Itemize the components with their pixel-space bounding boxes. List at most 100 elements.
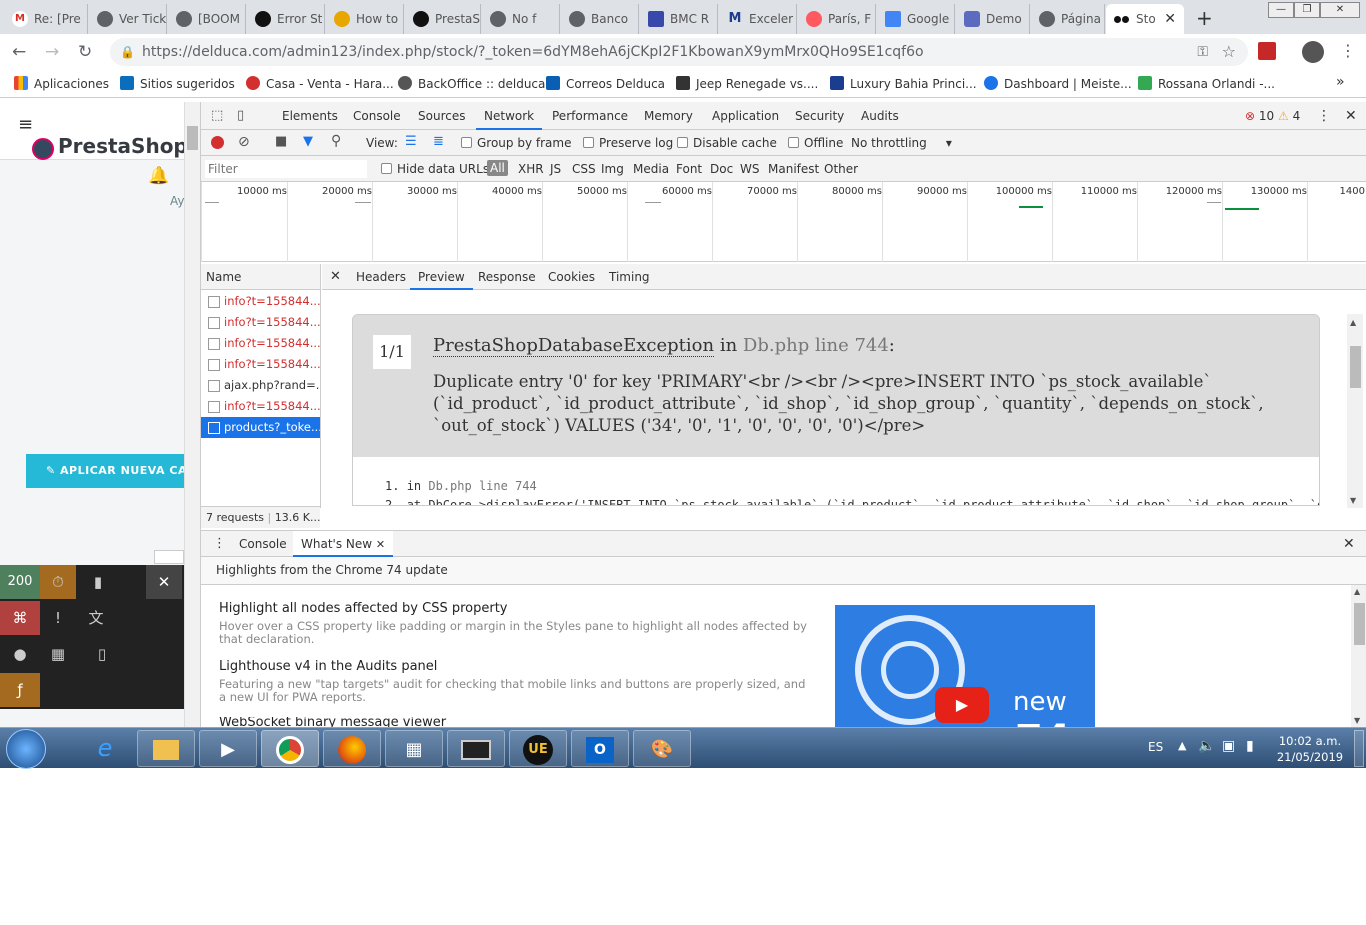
volume-icon[interactable]: 🔈 xyxy=(1198,738,1215,754)
tray-arrow-icon[interactable]: ▲ xyxy=(1178,739,1186,752)
close-detail-icon[interactable]: ✕ xyxy=(330,264,341,290)
close-window-button[interactable]: ✕ xyxy=(1320,2,1360,18)
calculator-icon[interactable]: ▦ xyxy=(385,730,443,767)
preserve-log-checkbox[interactable]: Preserve log xyxy=(583,136,673,150)
media-player-icon[interactable]: ▶ xyxy=(199,730,257,767)
hide-data-urls-checkbox[interactable]: Hide data URLs xyxy=(381,162,489,176)
page-scrollbar[interactable] xyxy=(184,102,200,727)
browser-tab[interactable]: Banco xyxy=(561,4,639,34)
paint-icon[interactable]: 🎨 xyxy=(633,730,691,767)
minimize-button[interactable]: — xyxy=(1268,2,1294,18)
tab-application[interactable]: Application xyxy=(712,102,779,130)
network-timeline[interactable]: 10000 ms 20000 ms 30000 ms 40000 ms 5000… xyxy=(201,182,1366,262)
key-icon[interactable]: ⚿ xyxy=(1197,38,1208,66)
bookmark[interactable]: Sitios sugeridos xyxy=(120,76,235,91)
filter-icon[interactable]: ▼ xyxy=(303,134,313,149)
new-tab-button[interactable]: + xyxy=(1196,6,1213,30)
bookmark[interactable]: Dashboard | Meiste... xyxy=(984,76,1132,91)
back-icon[interactable]: ← xyxy=(12,42,26,62)
scroll-thumb[interactable] xyxy=(1350,346,1361,388)
request-row[interactable]: info?t=155844... xyxy=(201,333,320,354)
scroll-up-icon[interactable]: ▲ xyxy=(1354,587,1360,596)
tab-console[interactable]: Console xyxy=(353,102,401,130)
request-row[interactable]: info?t=155844... xyxy=(201,396,320,417)
filter-ws[interactable]: WS xyxy=(740,162,759,176)
chrome-icon[interactable] xyxy=(261,730,319,767)
symfony-logo-icon[interactable]: ƒ xyxy=(0,673,40,707)
apply-new-button[interactable]: ✎ APLICAR NUEVA CA xyxy=(26,454,184,488)
waterfall-icon[interactable]: ≣ xyxy=(433,134,444,149)
tab-cookies[interactable]: Cookies xyxy=(548,264,595,290)
tab-headers[interactable]: Headers xyxy=(356,264,406,290)
filter-other[interactable]: Other xyxy=(824,162,858,176)
scroll-up-icon[interactable]: ▲ xyxy=(1350,318,1356,327)
tab-console-drawer[interactable]: Console xyxy=(239,537,287,551)
browser-tab[interactable]: PrestaS xyxy=(405,4,481,34)
offline-checkbox[interactable]: Offline xyxy=(788,136,843,150)
tab-preview[interactable]: Preview xyxy=(410,264,473,290)
preview-scrollbar[interactable]: ▲ ▼ xyxy=(1347,314,1363,508)
browser-tab[interactable]: París, F xyxy=(798,4,876,34)
scroll-down-icon[interactable]: ▼ xyxy=(1350,496,1356,505)
url-input[interactable]: 🔒 https://delduca.com/admin123/index.php… xyxy=(110,38,1248,66)
filter-manifest[interactable]: Manifest xyxy=(768,162,819,176)
language-indicator[interactable]: ES xyxy=(1148,740,1163,754)
request-row[interactable]: info?t=155844... xyxy=(201,312,320,333)
whats-new-item[interactable]: Lighthouse v4 in the Audits panel Featur… xyxy=(219,659,809,704)
request-row[interactable]: ajax.php?rand=... xyxy=(201,375,320,396)
tab-memory[interactable]: Memory xyxy=(644,102,693,130)
filter-doc[interactable]: Doc xyxy=(710,162,733,176)
pdf-extension-icon[interactable] xyxy=(1258,42,1276,60)
device-toggle-icon[interactable]: ▯ xyxy=(237,108,244,123)
filter-media[interactable]: Media xyxy=(633,162,669,176)
terminal-icon[interactable] xyxy=(447,730,505,767)
close-tab-icon[interactable]: ✕ xyxy=(1164,11,1176,27)
timer-icon[interactable]: ⏱ xyxy=(40,565,76,599)
whats-new-item[interactable]: Highlight all nodes affected by CSS prop… xyxy=(219,601,809,646)
clock[interactable]: 10:02 a.m. 21/05/2019 xyxy=(1272,733,1348,765)
bookmark[interactable]: Casa - Venta - Hara... xyxy=(246,76,394,91)
disable-cache-checkbox[interactable]: Disable cache xyxy=(677,136,777,150)
scroll-down-icon[interactable]: ▼ xyxy=(1354,716,1360,725)
browser-tab[interactable]: Error St xyxy=(247,4,325,34)
close-drawer-icon[interactable]: ✕ xyxy=(1343,536,1355,552)
bookmark[interactable]: BackOffice :: delduca xyxy=(398,76,545,91)
user-icon[interactable]: ● xyxy=(0,637,40,671)
tab-elements[interactable]: Elements xyxy=(282,102,338,130)
play-icon[interactable]: ▶ xyxy=(935,687,989,723)
browser-tab[interactable]: How to xyxy=(326,4,404,34)
maximize-button[interactable]: ❐ xyxy=(1294,2,1320,18)
tab-response[interactable]: Response xyxy=(478,264,536,290)
forms-icon[interactable]: ⌘ xyxy=(0,601,40,635)
logs-icon[interactable]: ! xyxy=(40,601,76,635)
hamburger-icon[interactable]: ≡ xyxy=(18,114,33,135)
devtools-menu-icon[interactable]: ⋮ xyxy=(1317,108,1331,124)
template-icon[interactable]: ▦ xyxy=(40,637,76,671)
clear-icon[interactable]: ⊘ xyxy=(238,134,250,150)
close-devtools-icon[interactable]: ✕ xyxy=(1345,108,1357,124)
throttling-select[interactable]: No throttling ▾ xyxy=(851,136,952,150)
tab-whats-new[interactable]: What's New ✕ xyxy=(293,531,394,557)
input-fragment[interactable] xyxy=(154,550,184,564)
browser-tab[interactable]: Ver Tick xyxy=(89,4,167,34)
explorer-icon[interactable] xyxy=(137,730,195,767)
browser-tab[interactable]: [BOOM xyxy=(168,4,246,34)
request-row-selected[interactable]: products?_toke... xyxy=(201,417,320,438)
filter-img[interactable]: Img xyxy=(601,162,624,176)
browser-tab-active[interactable]: Sto ✕ xyxy=(1106,4,1184,34)
translation-icon[interactable]: 文 xyxy=(78,601,114,635)
menu-icon[interactable]: ⋮ xyxy=(1340,41,1356,60)
drawer-menu-icon[interactable]: ⋮ xyxy=(213,536,226,551)
group-by-frame-checkbox[interactable]: Group by frame xyxy=(461,136,571,150)
ie-icon[interactable]: e xyxy=(76,730,134,767)
browser-tab[interactable]: Página xyxy=(1031,4,1105,34)
star-icon[interactable]: ☆ xyxy=(1222,38,1236,66)
filter-js[interactable]: JS xyxy=(550,162,561,176)
bookmark[interactable]: Rossana Orlandi -... xyxy=(1138,76,1275,91)
browser-tab[interactable]: M Re: [Pre xyxy=(4,4,88,34)
tab-timing[interactable]: Timing xyxy=(609,264,650,290)
video-thumbnail[interactable]: ▶ new 74 xyxy=(835,605,1095,728)
tab-network[interactable]: Network xyxy=(476,102,543,130)
reload-icon[interactable]: ↻ xyxy=(78,42,92,62)
search-icon[interactable]: ⚲ xyxy=(331,133,341,149)
